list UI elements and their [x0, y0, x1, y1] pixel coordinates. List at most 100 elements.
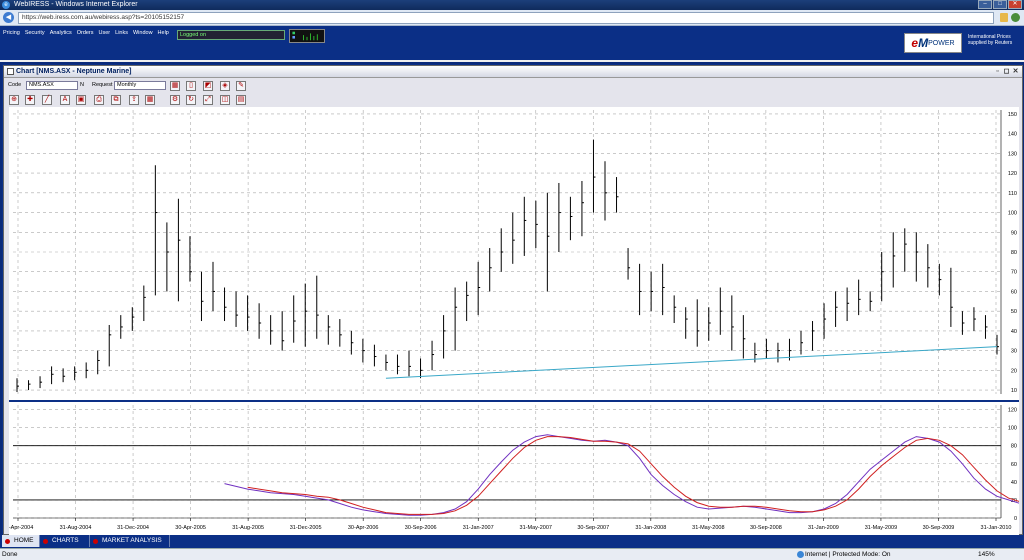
chart-window-title: Chart [NMS.ASX - Neptune Marine] ▫ ◻ ✕ [4, 66, 1022, 78]
refresh-icon[interactable]: ↻ [186, 95, 196, 105]
tile-icon[interactable]: ▤ [236, 95, 246, 105]
minimize-button[interactable]: – [978, 0, 992, 9]
grid-icon[interactable]: ▦ [145, 95, 155, 105]
refresh-icon[interactable] [1011, 13, 1020, 22]
tab-label: HOME [14, 537, 34, 544]
price-background [9, 107, 1019, 400]
tab-label: MARKET ANALYSIS [102, 537, 162, 544]
x-tick-label: 30-Sep-2008 [750, 525, 782, 531]
chart-toolbar-bottom: ⊕ ✚ ╱ A ▣ ⎙ ⧉ ⇪ ▦ ⚙ ↻ ⤢ ◫ ▤ [4, 94, 1022, 107]
price-chart[interactable]: 10 20 30 40 50 60 70 80 90 100 110 120 130 140 150 [9, 107, 1019, 400]
y-tick-label: 120 [1008, 408, 1017, 414]
compare-icon[interactable]: ◩ [203, 81, 213, 91]
chart-type-icon[interactable]: ▦ [170, 81, 180, 91]
chart-window: Chart [NMS.ASX - Neptune Marine] ▫ ◻ ✕ C… [3, 65, 1023, 535]
settings-icon[interactable]: ⚙ [170, 95, 180, 105]
address-bar: ◀ https://web.iress.com.au/webiress.asp?… [0, 10, 1024, 26]
status-text: Done [2, 551, 18, 558]
mini-activity-chart [289, 29, 325, 43]
request-label: Request [92, 82, 113, 88]
y-tick-label: 50 [1011, 309, 1017, 315]
code-input[interactable]: NMS.ASX [26, 81, 78, 90]
globe-icon [797, 551, 804, 558]
menu-item-window[interactable]: Window [133, 30, 153, 36]
close-window-button[interactable]: ✕ [1008, 0, 1022, 9]
tab-close-icon[interactable] [5, 539, 10, 544]
plot-area: 10 20 30 40 50 60 70 80 90 100 110 120 130 140 150 0 20… [9, 107, 1019, 535]
window-title: WebIRESS - Windows Internet Explorer [14, 1, 138, 8]
y-tick-label: 70 [1011, 270, 1017, 276]
maximize-icon[interactable]: ◻ [1003, 68, 1010, 75]
menu-item-orders[interactable]: Orders [77, 30, 94, 36]
x-tick-label: 31-Jan-2008 [635, 525, 666, 531]
period-select[interactable]: Monthly [114, 81, 166, 90]
x-tick-label: 31-May-2007 [520, 525, 552, 531]
menu-bar: Pricing Security Analytics Orders User Links W… [3, 30, 169, 36]
y-tick-label: 20 [1011, 368, 1017, 374]
x-tick-label: 31-Aug-2005 [232, 525, 264, 531]
draw-icon[interactable]: ✎ [236, 81, 246, 91]
url-field[interactable]: https://web.iress.com.au/webiress.asp?ts… [18, 12, 994, 24]
x-tick-label: 31-Aug-2004 [60, 525, 92, 531]
x-tick-label: 31-May-2009 [865, 525, 897, 531]
y-tick-label: 100 [1008, 426, 1017, 432]
ie-icon: e [2, 1, 10, 9]
menu-item-help[interactable]: Help [158, 30, 169, 36]
code-label: Code [8, 82, 22, 88]
lock-icon[interactable] [1000, 13, 1008, 22]
restore-icon[interactable]: ▫ [994, 68, 1001, 75]
n-label: N [80, 82, 84, 88]
y-tick-label: 80 [1011, 444, 1017, 450]
mini-icon-2 [292, 36, 295, 39]
maximize-button[interactable]: □ [993, 0, 1007, 9]
emp-logo: eM POWER [904, 33, 962, 53]
mini-icon-1 [292, 31, 295, 35]
y-tick-label: 60 [1011, 289, 1017, 295]
main-frame: Chart [NMS.ASX - Neptune Marine] ▫ ◻ ✕ C… [2, 64, 1023, 535]
zoom-level[interactable]: 145% [978, 549, 995, 560]
x-tick-label: 31-Dec-2005 [290, 525, 322, 531]
tab-home[interactable]: HOME [2, 535, 40, 547]
split-icon[interactable]: ◫ [220, 95, 230, 105]
crosshair-icon[interactable]: ✚ [25, 95, 35, 105]
tab-charts[interactable]: CHARTS [40, 535, 90, 547]
tab-close-icon[interactable] [43, 539, 48, 544]
layout-icon[interactable]: ▣ [76, 95, 86, 105]
y-tick-label: 150 [1008, 112, 1017, 118]
expand-icon[interactable]: ⤢ [203, 95, 213, 105]
tab-label: CHARTS [52, 537, 79, 544]
y-tick-label: 90 [1011, 230, 1017, 236]
menu-item-analytics[interactable]: Analytics [50, 30, 72, 36]
x-tick-label: 30-Sep-2009 [923, 525, 955, 531]
stochastic-chart[interactable]: 02040608010012030-Apr-200431-Aug-200431-… [9, 402, 1019, 535]
text-icon[interactable]: A [60, 95, 70, 105]
export-icon[interactable]: ⇪ [129, 95, 139, 105]
x-tick-label: 30-Apr-2006 [348, 525, 379, 531]
menu-item-security[interactable]: Security [25, 30, 45, 36]
tab-market-analysis[interactable]: MARKET ANALYSIS [90, 535, 170, 547]
print-icon[interactable]: ⎙ [94, 95, 104, 105]
app-header: Pricing Security Analytics Orders User Links W… [0, 26, 1024, 62]
x-tick-label: 30-Apr-2005 [175, 525, 206, 531]
copy-icon[interactable]: ⧉ [111, 95, 121, 105]
zoom-icon[interactable]: ⊕ [9, 95, 19, 105]
y-tick-label: 110 [1008, 191, 1017, 197]
y-tick-label: 60 [1011, 462, 1017, 468]
menu-item-user[interactable]: User [99, 30, 111, 36]
menu-item-links[interactable]: Links [115, 30, 128, 36]
x-tick-label: 31-Dec-2004 [117, 525, 149, 531]
close-icon[interactable]: ✕ [1012, 68, 1019, 75]
tab-close-icon[interactable] [93, 539, 98, 544]
palette-icon[interactable]: ◈ [220, 81, 230, 91]
window-titlebar: e WebIRESS - Windows Internet Explorer –… [0, 0, 1024, 10]
line-icon[interactable]: ╱ [42, 95, 52, 105]
menu-item-pricing[interactable]: Pricing [3, 30, 20, 36]
back-icon[interactable]: ◀ [3, 12, 14, 23]
document-icon[interactable]: ▯ [186, 81, 196, 91]
x-tick-label: 31-Jan-2007 [463, 525, 494, 531]
y-tick-label: 100 [1008, 211, 1017, 217]
y-tick-label: 120 [1008, 171, 1017, 177]
y-tick-label: 140 [1008, 132, 1017, 138]
tab-bar: HOME CHARTS MARKET ANALYSIS [0, 535, 1024, 548]
x-tick-label: 30-Sep-2007 [577, 525, 609, 531]
